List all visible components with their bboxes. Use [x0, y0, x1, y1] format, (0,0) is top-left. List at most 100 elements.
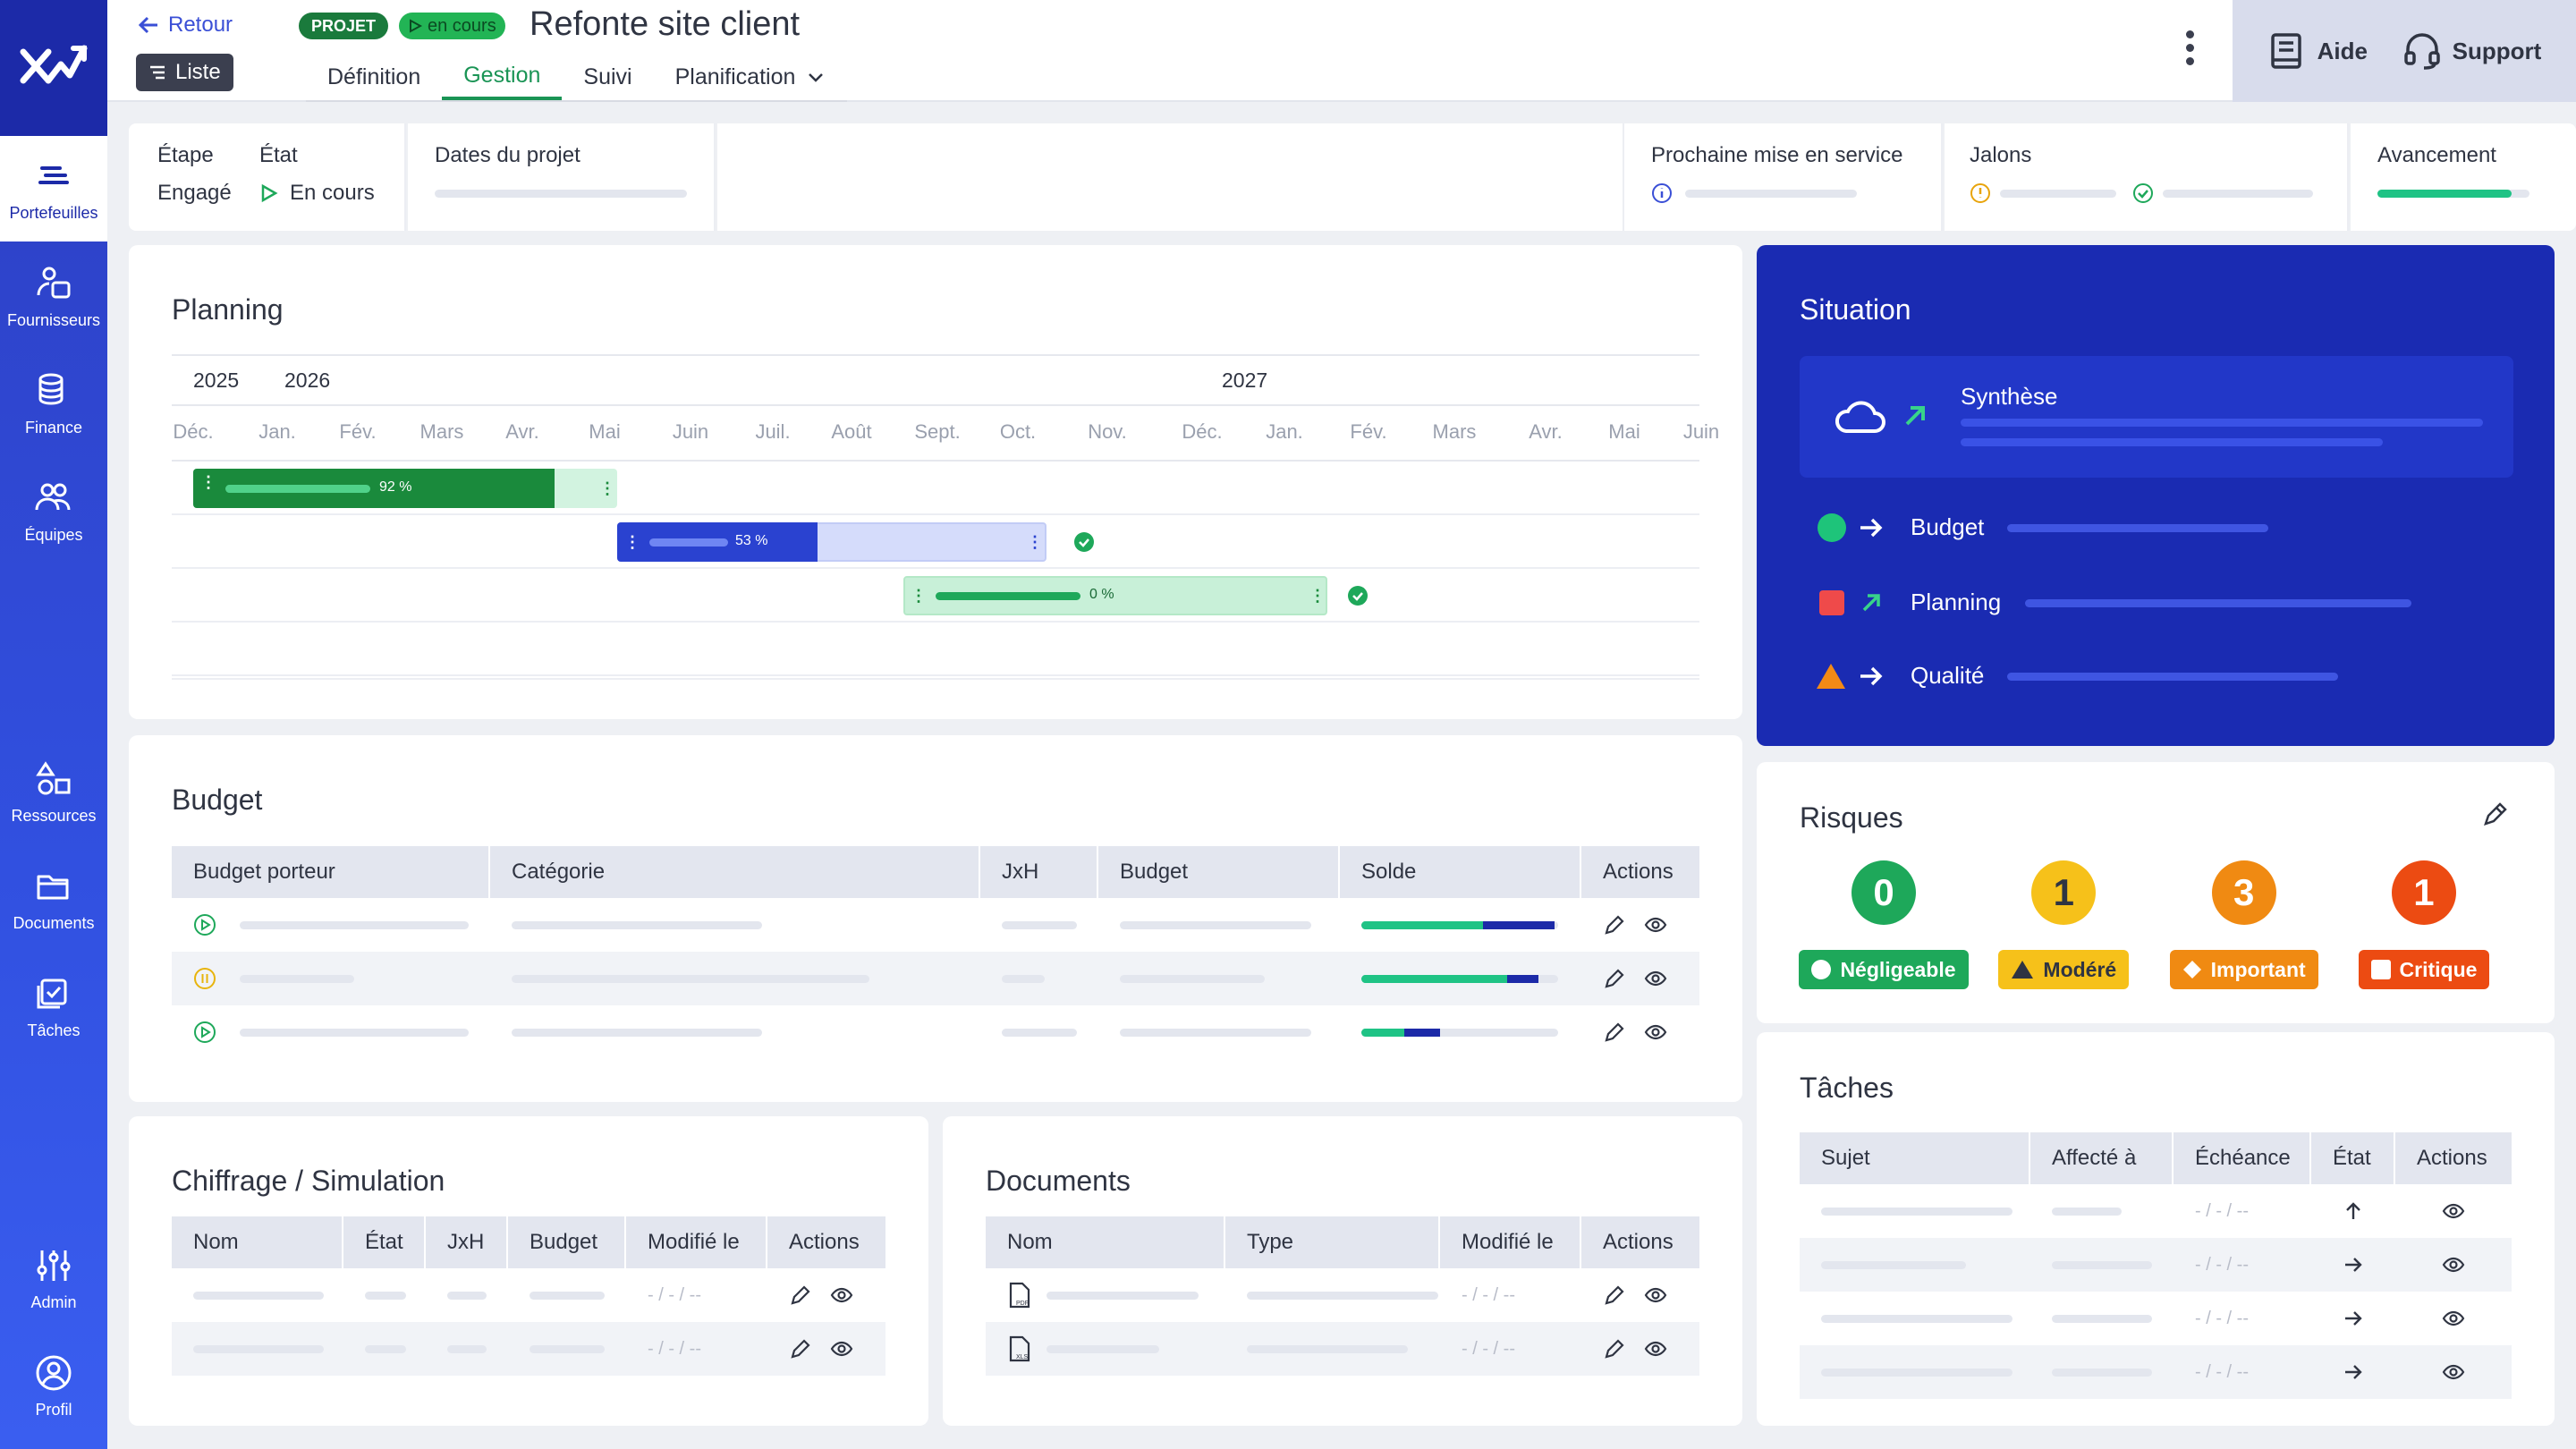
col-header[interactable]: État [343, 1216, 426, 1268]
check-circle-icon [1074, 532, 1094, 552]
table-row[interactable] [172, 1005, 1699, 1059]
risk-item[interactable]: 1 Critique [2336, 860, 2512, 989]
eye-icon[interactable] [1644, 1284, 1667, 1307]
edit-icon[interactable] [1603, 967, 1626, 990]
play-circle-icon [194, 914, 216, 936]
due-date: - / - / -- [2195, 1200, 2249, 1221]
table-row[interactable]: - / - / -- [172, 1268, 886, 1322]
gantt-bar-2[interactable]: ⋮ 53 % ⋮ [617, 522, 1046, 562]
edit-icon[interactable] [1603, 1284, 1626, 1307]
col-header[interactable]: JxH [426, 1216, 508, 1268]
support-button[interactable]: Support [2402, 31, 2542, 71]
edit-icon[interactable] [789, 1284, 812, 1307]
col-header[interactable]: JxH [980, 846, 1098, 898]
eye-icon[interactable] [2442, 1199, 2465, 1223]
table-row[interactable] [172, 952, 1699, 1005]
eye-icon[interactable] [1644, 1337, 1667, 1360]
gantt-bar-1[interactable]: ⋮ 92 % ⋮ [193, 469, 617, 508]
col-header[interactable]: Sujet [1800, 1132, 2030, 1184]
nav-finance[interactable]: Finance [0, 351, 107, 456]
nav-profil[interactable]: Profil [0, 1333, 107, 1438]
app-logo[interactable] [0, 0, 107, 136]
col-header[interactable]: Modifié le [1440, 1216, 1581, 1268]
tab-gestion[interactable]: Gestion [442, 54, 563, 100]
col-header[interactable]: Actions [767, 1216, 886, 1268]
list-button[interactable]: Liste [136, 54, 233, 91]
col-header[interactable]: Actions [1581, 846, 1699, 898]
nav-admin[interactable]: Admin [0, 1225, 107, 1331]
tab-definition[interactable]: Définition [306, 54, 442, 100]
drag-handle-icon[interactable]: ⋮ [1027, 533, 1043, 552]
edit-icon[interactable] [1603, 1021, 1626, 1044]
eye-icon[interactable] [830, 1284, 853, 1307]
col-header[interactable]: Nom [172, 1216, 343, 1268]
drag-handle-icon[interactable]: ⋮ [200, 474, 216, 490]
col-header[interactable]: Affecté à [2030, 1132, 2174, 1184]
month-label: Jan. [258, 420, 296, 443]
edit-icon[interactable] [1603, 1337, 1626, 1360]
col-header[interactable]: Nom [986, 1216, 1225, 1268]
col-header[interactable]: Échéance [2174, 1132, 2311, 1184]
eye-icon[interactable] [1644, 913, 1667, 936]
table-row[interactable] [172, 898, 1699, 952]
eye-icon[interactable] [2442, 1360, 2465, 1384]
documents-card: Documents Nom Type Modifié le Actions PD… [943, 1116, 1742, 1426]
documents-table-header: Nom Type Modifié le Actions [986, 1216, 1699, 1268]
col-header[interactable]: Budget [508, 1216, 626, 1268]
col-header[interactable]: État [2311, 1132, 2395, 1184]
eye-icon[interactable] [1644, 967, 1667, 990]
nav-documents[interactable]: Documents [0, 846, 107, 952]
eye-icon[interactable] [1644, 1021, 1667, 1044]
table-row[interactable]: - / - / -- [1800, 1238, 2512, 1292]
help-button[interactable]: Aide [2267, 31, 2368, 71]
edit-icon[interactable] [1603, 913, 1626, 936]
check-circle-icon [2133, 183, 2153, 203]
edit-icon[interactable] [789, 1337, 812, 1360]
col-header[interactable]: Budget porteur [172, 846, 490, 898]
risk-label-pill: Critique [2358, 950, 2490, 989]
eye-icon[interactable] [2442, 1253, 2465, 1276]
eye-icon[interactable] [2442, 1307, 2465, 1330]
gantt-bar-3[interactable]: ⋮ 0 % ⋮ [903, 576, 1327, 615]
table-row[interactable]: PDF - / - / -- [986, 1268, 1699, 1322]
table-row[interactable]: - / - / -- [1800, 1184, 2512, 1238]
risk-item[interactable]: 0 Négligeable [1796, 860, 1971, 989]
col-header[interactable]: Type [1225, 1216, 1440, 1268]
nav-portefeuilles[interactable]: Portefeuilles [0, 136, 107, 242]
nav-equipes[interactable]: Équipes [0, 458, 107, 564]
table-row[interactable]: - / - / -- [1800, 1345, 2512, 1399]
col-header[interactable]: Modifié le [626, 1216, 767, 1268]
table-row[interactable]: XLS - / - / -- [986, 1322, 1699, 1376]
col-header[interactable]: Budget [1098, 846, 1340, 898]
gantt-progress [225, 485, 370, 493]
table-row[interactable]: - / - / -- [1800, 1292, 2512, 1345]
tasks-title: Tâches [1800, 1072, 1894, 1104]
nav-taches[interactable]: Tâches [0, 953, 107, 1059]
edit-icon[interactable] [2481, 801, 2508, 828]
budget-title: Budget [172, 784, 263, 816]
more-menu-button[interactable] [2181, 30, 2199, 65]
drag-handle-icon[interactable]: ⋮ [599, 479, 615, 498]
nav-ressources[interactable]: Ressources [0, 739, 107, 844]
col-header[interactable]: Solde [1340, 846, 1581, 898]
eye-icon[interactable] [830, 1337, 853, 1360]
risk-item[interactable]: 1 Modéré [1976, 860, 2151, 989]
month-label: Déc. [173, 420, 214, 443]
list-icon [150, 65, 165, 80]
drag-handle-icon[interactable]: ⋮ [911, 587, 927, 606]
col-header[interactable]: Catégorie [490, 846, 980, 898]
col-header[interactable]: Actions [2395, 1132, 2512, 1184]
risk-item[interactable]: 3 Important [2157, 860, 2332, 989]
table-row[interactable]: - / - / -- [172, 1322, 886, 1376]
drag-handle-icon[interactable]: ⋮ [624, 533, 640, 552]
nav-fournisseurs[interactable]: Fournisseurs [0, 243, 107, 349]
support-label: Support [2452, 37, 2542, 64]
col-header[interactable]: Actions [1581, 1216, 1699, 1268]
circle-icon [1811, 960, 1832, 979]
risks-card: Risques 0 Négligeable 1 Modéré 3 Important 1 Cr… [1757, 762, 2555, 1023]
back-link[interactable]: Retour [138, 13, 233, 38]
tab-planification[interactable]: Planification [654, 54, 848, 100]
status-tag-label: en cours [428, 15, 496, 36]
tab-suivi[interactable]: Suivi [562, 54, 653, 100]
drag-handle-icon[interactable]: ⋮ [1309, 587, 1326, 606]
